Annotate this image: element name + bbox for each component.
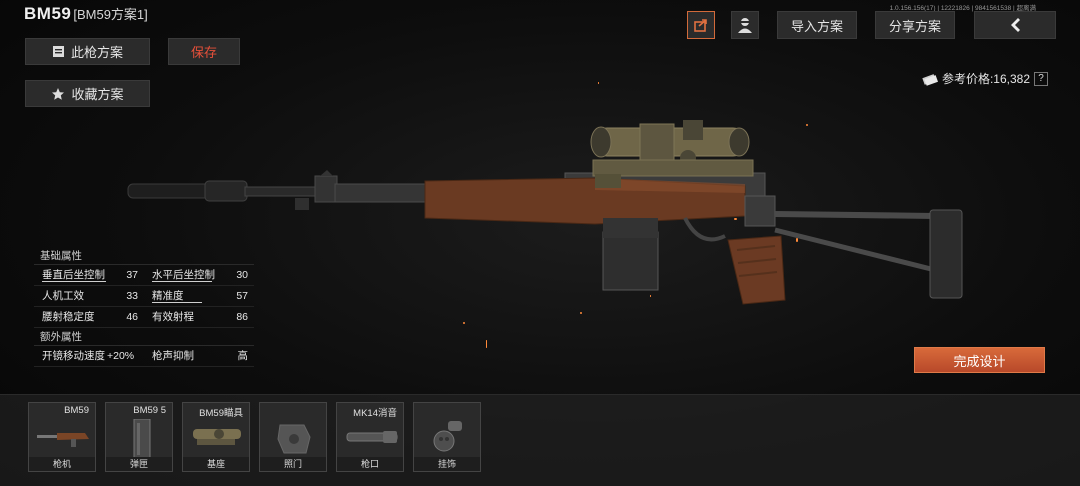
stat-value: 86 [236,311,248,323]
part-name: MK14消音 [353,408,397,419]
stat-bar [152,302,202,303]
stat-value: 37 [126,269,138,281]
part-name: BM59 [64,405,89,416]
extra-attributes-heading: 额外属性 [34,328,254,346]
stat-accuracy: 精准度 57 [144,286,254,306]
stat-value: 高 [237,350,249,362]
chevron-left-icon [1011,18,1020,32]
stat-row: 开镜移动速度 +20% 枪声抑制 高 [34,346,254,367]
stat-label: 枪声抑制 [152,350,194,362]
ember-spark [580,312,582,314]
part-category: 基座 [183,457,249,471]
plan-name: [BM59方案1] [73,7,148,22]
part-category: 枪口 [337,457,403,471]
stat-noise-suppression: 枪声抑制 高 [144,346,254,366]
suppressor-icon [346,431,398,443]
stat-bar [42,281,106,282]
finish-design-button[interactable]: 完成设计 [914,347,1045,373]
ember-spark [463,322,465,324]
stat-row: 垂直后坐控制 37 水平后坐控制 30 [34,265,254,286]
share-plan-button[interactable]: 分享方案 [875,11,955,39]
part-slot-magazine[interactable]: BM59 5 弹匣 [105,402,173,472]
charm-icon [433,421,462,452]
part-category: 照门 [260,457,326,471]
stat-hipfire-stability: 腰射稳定度 46 [34,307,144,327]
stat-value: 46 [126,311,138,323]
cash-icon [922,73,938,86]
stat-vertical-recoil: 垂直后坐控制 37 [34,265,144,285]
part-slot-receiver[interactable]: BM59 枪机 [28,402,96,472]
stat-value: 57 [236,290,248,302]
stat-ergonomics: 人机工效 33 [34,286,144,306]
import-plan-button[interactable]: 导入方案 [777,11,857,39]
attribute-panel: 基础属性 垂直后坐控制 37 水平后坐控制 30 人机工效 33 精准度 57 腰射稳定… [34,247,254,367]
gun-plan-button[interactable]: 此枪方案 [25,38,150,65]
back-button[interactable] [974,11,1056,39]
stat-effective-range: 有效射程 86 [144,307,254,327]
stat-horizontal-recoil: 水平后坐控制 30 [144,265,254,285]
stat-row: 人机工效 33 精准度 57 [34,286,254,307]
save-button[interactable]: 保存 [168,38,240,65]
part-slot-charm[interactable]: 挂饰 [413,402,481,472]
stat-label: 精准度 [152,290,184,302]
stat-label: 人机工效 [42,290,84,302]
stat-label: 有效射程 [152,311,194,323]
avatar-button[interactable] [731,11,759,39]
stat-label: 开镜移动速度 [42,350,105,362]
ember-spark [650,295,651,297]
basic-attributes-heading: 基础属性 [34,247,254,265]
ember-spark [598,82,599,84]
gun-title: BM59 [BM59方案1] [24,4,148,24]
reference-price: 参考价格:16,382 ? [922,70,1048,87]
gun-plan-label: 此枪方案 [70,45,123,60]
part-slot-muzzle[interactable]: MK14消音 枪口 [336,402,404,472]
operator-avatar-icon [738,18,752,33]
favorite-plan-label: 收藏方案 [71,87,124,102]
part-name: BM59瞄具 [199,408,243,419]
part-name: BM59 5 [133,405,166,416]
stat-label: 腰射稳定度 [42,311,95,323]
rifle-body-icon [37,433,89,447]
ember-spark [734,218,737,220]
ember-spark [796,238,798,242]
part-category: 弹匣 [106,457,172,471]
share-export-icon [694,19,707,32]
ember-spark [806,124,808,126]
part-slot-mount[interactable]: BM59瞄具 基座 [182,402,250,472]
stat-value: 33 [126,290,138,302]
part-slot-rear-sight[interactable]: 照门 [259,402,327,472]
price-help-button[interactable]: ? [1034,71,1048,86]
export-button[interactable] [687,11,715,39]
star-icon [52,87,65,100]
part-category: 挂饰 [414,457,480,471]
part-category: 枪机 [29,457,95,471]
stat-bar [152,281,212,282]
document-icon [52,46,64,57]
stat-row: 腰射稳定度 46 有效射程 86 [34,307,254,328]
sight-mount-icon [193,429,241,445]
stat-value: 30 [236,269,248,281]
magazine-icon [133,419,151,459]
rear-sight-icon [277,424,311,454]
stat-value: +20% [107,350,135,362]
price-text: 参考价格:16,382 [941,72,1030,86]
stat-label: 水平后坐控制 [152,269,215,281]
ember-spark [486,340,487,348]
stat-label: 垂直后坐控制 [42,269,105,281]
gun-name: BM59 [24,4,72,23]
stat-ads-move-speed: 开镜移动速度 +20% [34,346,144,366]
favorite-plan-button[interactable]: 收藏方案 [25,80,150,107]
